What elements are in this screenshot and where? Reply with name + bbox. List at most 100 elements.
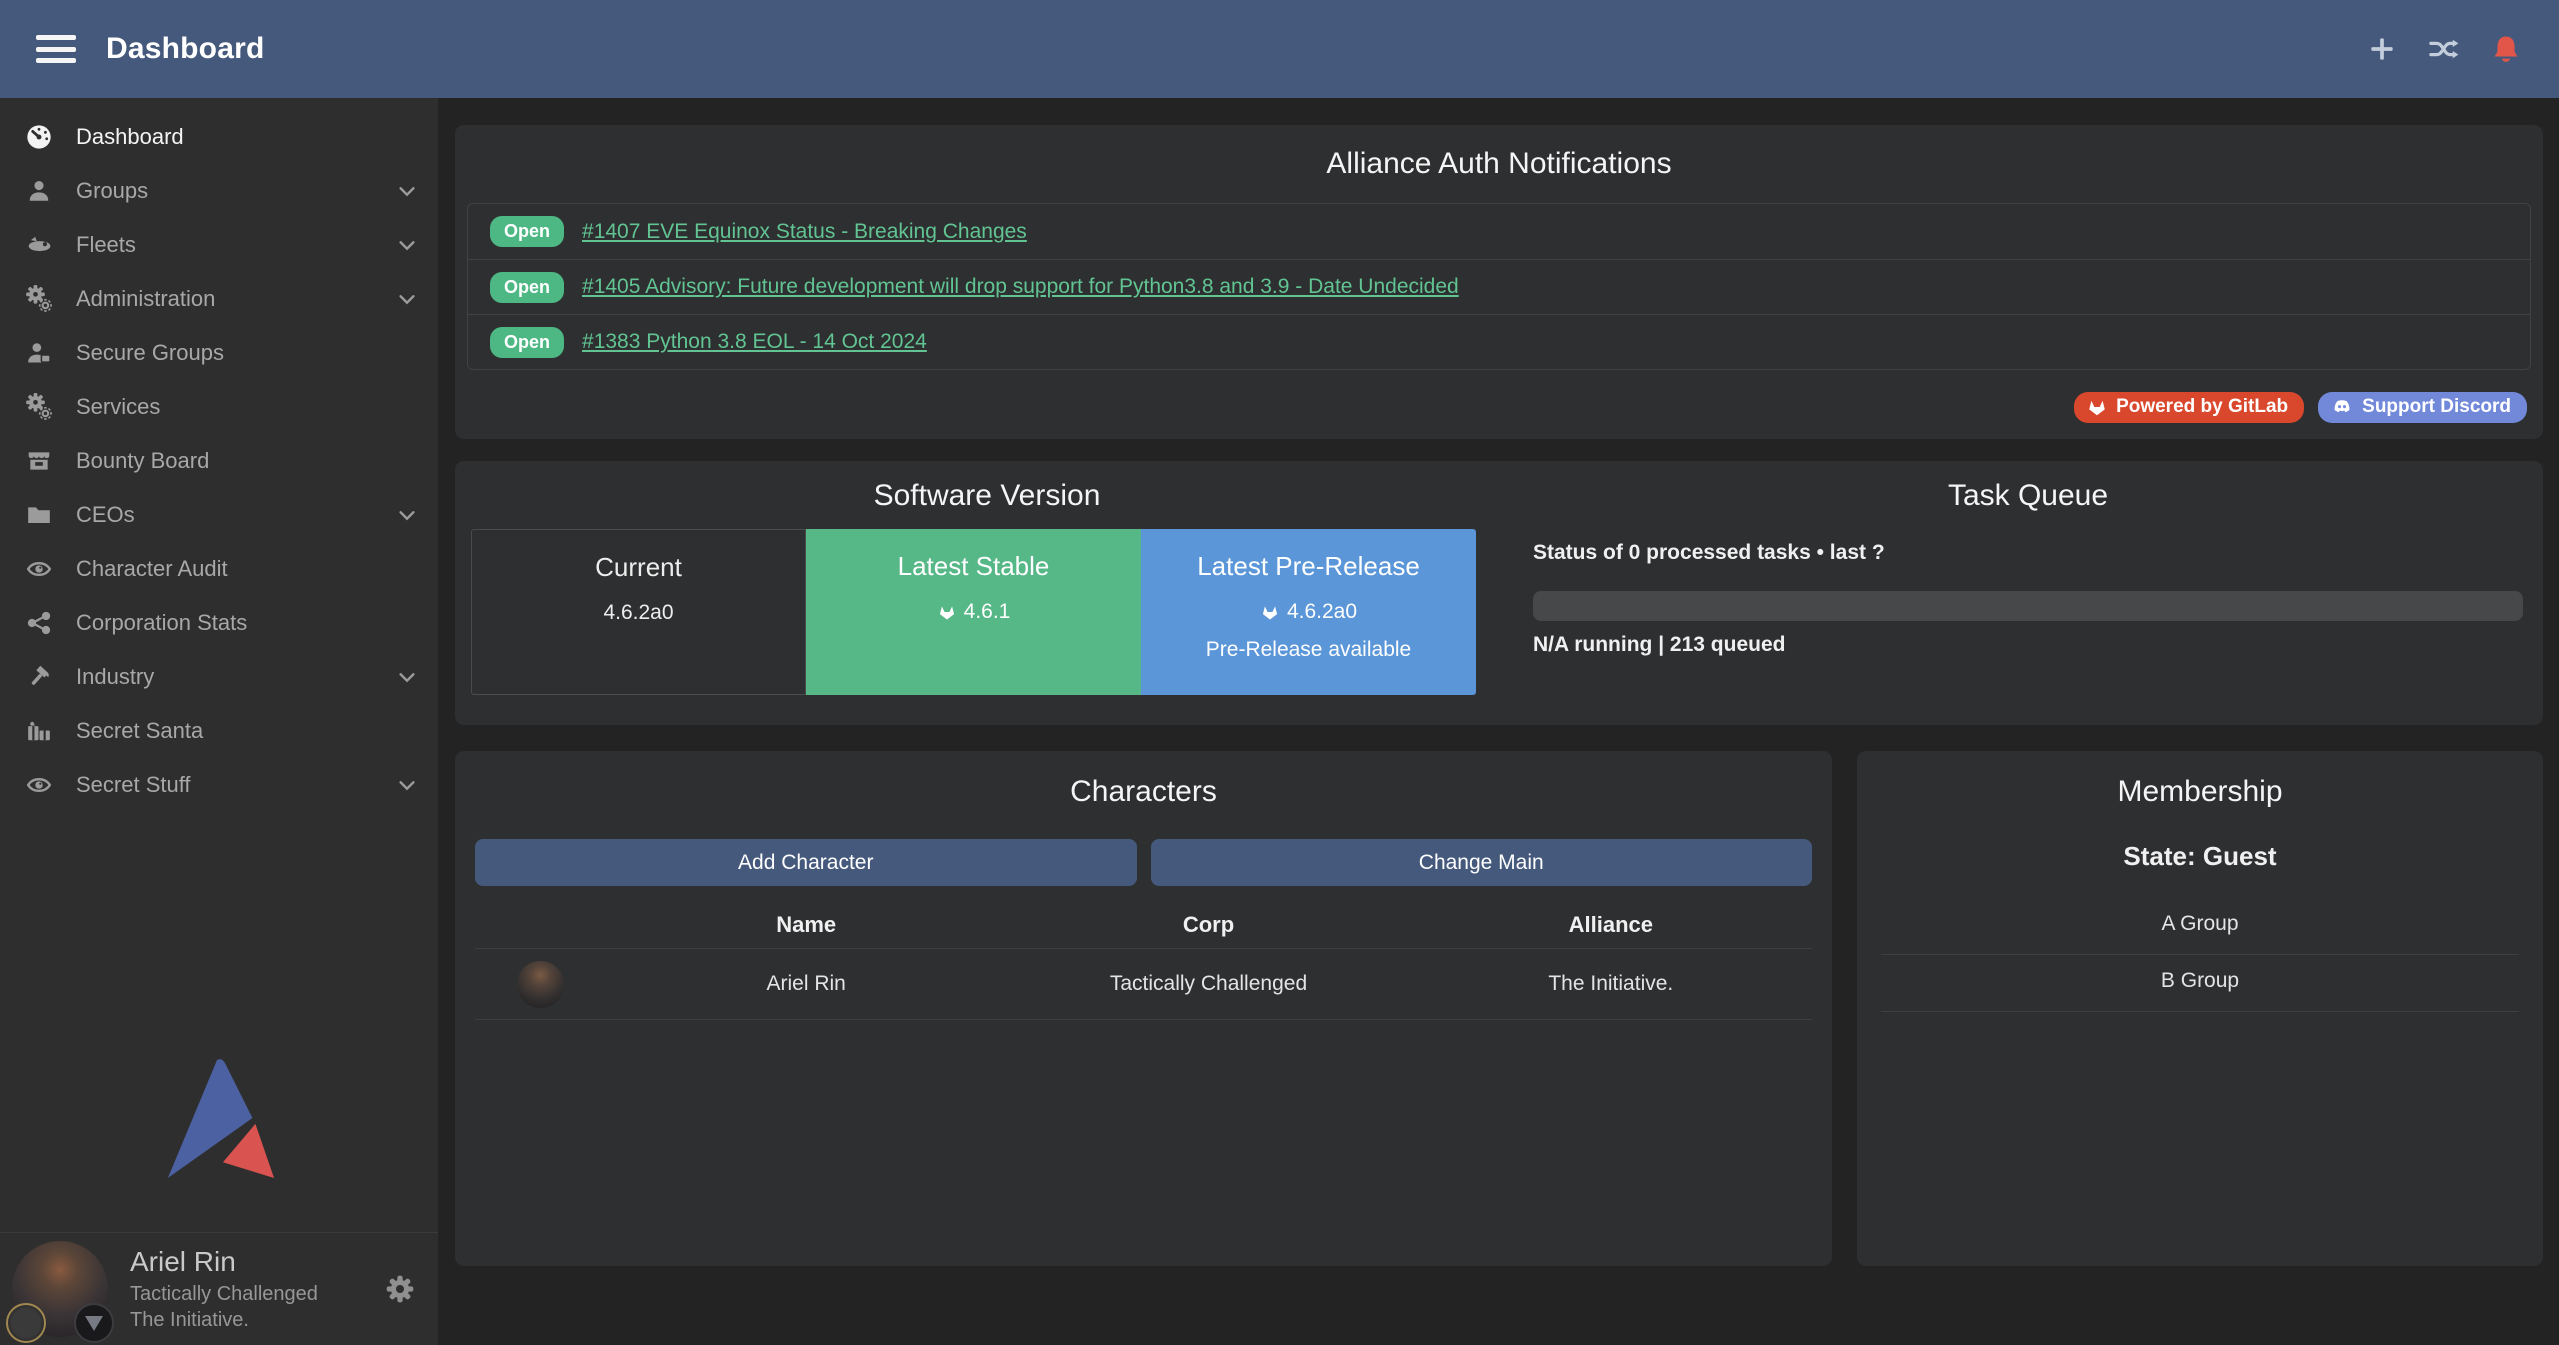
sidebar-item-dashboard[interactable]: Dashboard bbox=[0, 110, 438, 164]
notification-link[interactable]: #1407 EVE Equinox Status - Breaking Chan… bbox=[582, 220, 1027, 244]
discord-badge-label: Support Discord bbox=[2362, 396, 2511, 418]
spaceship-icon bbox=[22, 230, 56, 260]
user-icon bbox=[22, 176, 56, 206]
sidebar-item-label: Dashboard bbox=[76, 124, 418, 150]
gitlab-tanuki-icon bbox=[1260, 602, 1280, 622]
notifications-bell-icon[interactable] bbox=[2489, 32, 2523, 66]
current-label: Current bbox=[472, 552, 805, 583]
membership-state: State: Guest bbox=[1881, 841, 2519, 872]
stable-version: 4.6.1 bbox=[964, 600, 1011, 624]
sidebar-item-secret-stuff[interactable]: Secret Stuff bbox=[0, 758, 438, 812]
current-version: 4.6.2a0 bbox=[603, 601, 673, 625]
alliance-auth-logo bbox=[0, 1058, 438, 1180]
add-icon[interactable] bbox=[2365, 32, 2399, 66]
sidebar-item-label: Fleets bbox=[76, 232, 396, 258]
notification-item: Open #1405 Advisory: Future development … bbox=[468, 259, 2530, 314]
user-name: Ariel Rin bbox=[130, 1244, 318, 1281]
chevron-down-icon bbox=[396, 180, 418, 202]
menu-toggle-icon[interactable] bbox=[36, 35, 76, 63]
software-version-section: Software Version Current 4.6.2a0 Latest … bbox=[471, 479, 1503, 705]
eye-icon bbox=[22, 770, 56, 800]
prerelease-note: Pre-Release available bbox=[1141, 638, 1476, 662]
sidebar-user-panel: Ariel Rin Tactically Challenged The Init… bbox=[0, 1232, 438, 1345]
sidebar-item-fleets[interactable]: Fleets bbox=[0, 218, 438, 272]
user-alliance: The Initiative. bbox=[130, 1307, 318, 1333]
sidebar-item-label: Corporation Stats bbox=[76, 610, 418, 636]
characters-table-header: Name Corp Alliance bbox=[475, 902, 1812, 948]
status-badge: Open bbox=[490, 216, 564, 247]
hammer-icon bbox=[22, 662, 56, 692]
character-portrait bbox=[517, 961, 564, 1008]
version-cell-prerelease: Latest Pre-Release 4.6.2a0 Pre-Release a… bbox=[1141, 529, 1476, 695]
gitlab-tanuki-icon bbox=[937, 602, 957, 622]
main-content: Alliance Auth Notifications Open #1407 E… bbox=[438, 98, 2559, 1345]
discord-badge[interactable]: Support Discord bbox=[2318, 392, 2527, 423]
task-queue-title: Task Queue bbox=[1533, 479, 2523, 513]
prerelease-version: 4.6.2a0 bbox=[1287, 600, 1357, 624]
membership-groups-list: A Group B Group bbox=[1881, 898, 2519, 1012]
notifications-title: Alliance Auth Notifications bbox=[467, 147, 2531, 181]
software-version-title: Software Version bbox=[471, 479, 1503, 513]
group-item: A Group bbox=[1881, 898, 2519, 955]
character-alliance: The Initiative. bbox=[1410, 972, 1812, 996]
notification-item: Open #1383 Python 3.8 EOL - 14 Oct 2024 bbox=[468, 314, 2530, 369]
stable-label: Latest Stable bbox=[806, 551, 1141, 582]
gifts-icon bbox=[22, 716, 56, 746]
gitlab-badge[interactable]: Powered by GitLab bbox=[2074, 392, 2304, 423]
discord-icon bbox=[2330, 396, 2354, 418]
sidebar-item-label: Administration bbox=[76, 286, 396, 312]
membership-panel: Membership State: Guest A Group B Group bbox=[1857, 751, 2543, 1266]
group-item: B Group bbox=[1881, 955, 2519, 1012]
top-navbar: Dashboard bbox=[0, 0, 2559, 98]
task-queue-section: Task Queue Status of 0 processed tasks •… bbox=[1533, 479, 2523, 705]
folder-icon bbox=[22, 500, 56, 530]
sidebar-item-services[interactable]: Services bbox=[0, 380, 438, 434]
shuffle-icon[interactable] bbox=[2427, 32, 2461, 66]
chevron-down-icon bbox=[396, 234, 418, 256]
page-title: Dashboard bbox=[106, 32, 265, 66]
gitlab-badge-label: Powered by GitLab bbox=[2116, 396, 2288, 418]
alliance-logo-icon bbox=[74, 1303, 114, 1343]
sidebar-item-ceos[interactable]: CEOs bbox=[0, 488, 438, 542]
sidebar-item-groups[interactable]: Groups bbox=[0, 164, 438, 218]
notification-link[interactable]: #1383 Python 3.8 EOL - 14 Oct 2024 bbox=[582, 330, 927, 354]
sidebar-item-bounty-board[interactable]: Bounty Board bbox=[0, 434, 438, 488]
status-badge: Open bbox=[490, 272, 564, 303]
membership-title: Membership bbox=[1881, 775, 2519, 809]
share-nodes-icon bbox=[22, 608, 56, 638]
notifications-panel: Alliance Auth Notifications Open #1407 E… bbox=[455, 125, 2543, 439]
version-cell-stable: Latest Stable 4.6.1 bbox=[806, 529, 1141, 695]
change-main-button[interactable]: Change Main bbox=[1151, 839, 1813, 886]
sidebar-item-secret-santa[interactable]: Secret Santa bbox=[0, 704, 438, 758]
task-queue-summary: N/A running | 213 queued bbox=[1533, 633, 2523, 657]
sidebar-item-label: Secret Stuff bbox=[76, 772, 396, 798]
sidebar-item-label: Bounty Board bbox=[76, 448, 418, 474]
sidebar-item-character-audit[interactable]: Character Audit bbox=[0, 542, 438, 596]
status-badge: Open bbox=[490, 327, 564, 358]
sidebar: Dashboard Groups Fleets bbox=[0, 98, 438, 1345]
gears-icon bbox=[22, 392, 56, 422]
sidebar-item-label: Industry bbox=[76, 664, 396, 690]
sidebar-item-secure-groups[interactable]: Secure Groups bbox=[0, 326, 438, 380]
version-cell-current: Current 4.6.2a0 bbox=[471, 529, 806, 695]
settings-gear-icon[interactable] bbox=[384, 1273, 416, 1305]
sidebar-item-corporation-stats[interactable]: Corporation Stats bbox=[0, 596, 438, 650]
chevron-down-icon bbox=[396, 504, 418, 526]
character-corp: Tactically Challenged bbox=[1007, 972, 1409, 996]
chevron-down-icon bbox=[396, 774, 418, 796]
software-taskqueue-panel: Software Version Current 4.6.2a0 Latest … bbox=[455, 461, 2543, 725]
notifications-list: Open #1407 EVE Equinox Status - Breaking… bbox=[467, 203, 2531, 370]
task-queue-progressbar bbox=[1533, 591, 2523, 621]
task-queue-status: Status of 0 processed tasks • last ? bbox=[1533, 541, 2523, 565]
user-avatar bbox=[12, 1241, 108, 1337]
sidebar-item-industry[interactable]: Industry bbox=[0, 650, 438, 704]
sidebar-item-label: CEOs bbox=[76, 502, 396, 528]
sidebar-item-label: Character Audit bbox=[76, 556, 418, 582]
characters-title: Characters bbox=[475, 775, 1812, 809]
sidebar-item-administration[interactable]: Administration bbox=[0, 272, 438, 326]
gauge-icon bbox=[22, 122, 56, 152]
add-character-button[interactable]: Add Character bbox=[475, 839, 1137, 886]
notification-link[interactable]: #1405 Advisory: Future development will … bbox=[582, 275, 1459, 299]
sidebar-item-label: Secret Santa bbox=[76, 718, 418, 744]
user-lock-icon bbox=[22, 338, 56, 368]
